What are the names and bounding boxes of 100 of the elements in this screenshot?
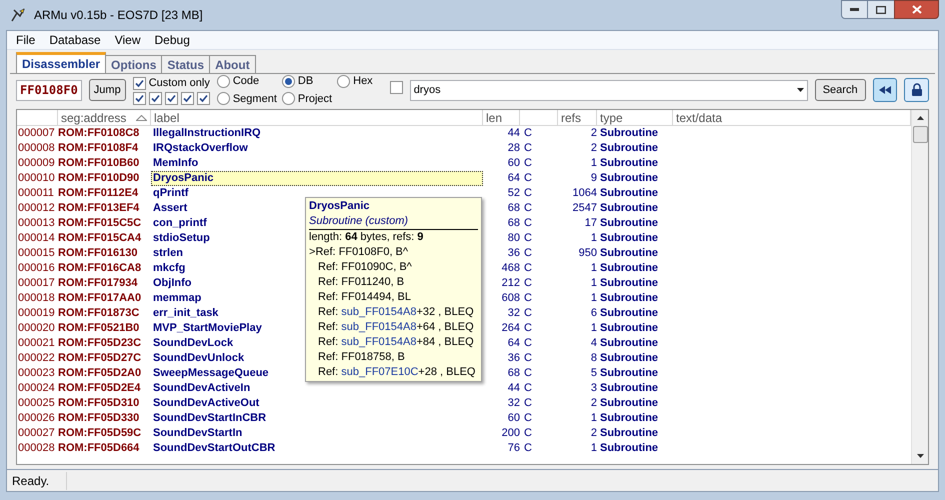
menu-item[interactable]: View	[108, 31, 148, 49]
type-cell-text: Subroutine	[599, 186, 660, 201]
column-header[interactable]: label	[151, 110, 483, 125]
tab[interactable]: About	[210, 55, 256, 73]
reference-target[interactable]: sub_FF0154A8	[341, 321, 416, 333]
kind-cell-text: C	[523, 261, 533, 276]
kind-cell-text: C	[523, 366, 533, 381]
radio-button[interactable]	[337, 74, 350, 88]
row-index: 000009	[17, 156, 56, 171]
column-header[interactable]: type	[597, 110, 673, 125]
length-cell-text: 68	[506, 366, 520, 381]
type-cell-text: Subroutine	[599, 396, 660, 411]
label-cell[interactable]: MemInfo	[151, 156, 483, 171]
checkbox[interactable]	[148, 92, 162, 106]
minimize-icon	[850, 8, 859, 11]
column-header[interactable]: refs	[558, 110, 597, 125]
search-button[interactable]: Search	[814, 79, 866, 101]
length-cell-text: 212	[500, 276, 520, 291]
kind-cell-text: C	[523, 381, 533, 396]
type-cell-text: Subroutine	[599, 291, 660, 306]
address-cell-text: ROM:FF0521B0	[58, 321, 140, 336]
maximize-button[interactable]	[868, 0, 894, 19]
kind-cell-text: C	[523, 291, 533, 306]
reference-target[interactable]: sub_FF07E10C	[341, 366, 418, 378]
address-cell-text: ROM:FF05D59C	[58, 426, 142, 441]
label-cell[interactable]: SoundDevStartInCBR	[151, 411, 483, 426]
row-index: 000024	[17, 381, 56, 396]
row-index: 000022	[17, 351, 56, 366]
checkbox[interactable]	[132, 92, 146, 106]
lock-button[interactable]	[904, 78, 929, 102]
label-cell[interactable]: IRQstackOverflow	[151, 141, 483, 156]
scrollbar-thumb[interactable]	[912, 126, 928, 143]
jump-button[interactable]: Jump	[88, 79, 126, 101]
checkbox[interactable]	[180, 92, 194, 106]
type-cell-text: Subroutine	[599, 411, 660, 426]
address-cell-text: ROM:FF016130	[58, 246, 138, 261]
checkbox[interactable]	[390, 80, 403, 94]
radio-button[interactable]	[282, 74, 295, 88]
type-cell-text: Subroutine	[599, 171, 660, 186]
search-combobox[interactable]: dryos	[410, 80, 808, 100]
checkbox[interactable]	[196, 92, 210, 106]
length-cell-text: 44	[506, 381, 520, 396]
column-header[interactable]: seg:address	[58, 110, 151, 125]
menu-item[interactable]: File	[9, 31, 42, 49]
length-cell-text: 36	[506, 351, 520, 366]
type-cell-text: Subroutine	[599, 366, 660, 381]
tab[interactable]: Disassembler	[16, 52, 106, 73]
row-index: 000008	[17, 141, 56, 156]
close-button[interactable]	[894, 0, 939, 19]
label-cell[interactable]: SoundDevActiveIn	[151, 381, 483, 396]
address-cell-text: ROM:FF017AA0	[58, 291, 142, 306]
type-cell-text: Subroutine	[599, 141, 660, 156]
scroll-down-icon	[916, 454, 924, 458]
row-index: 000016	[17, 261, 56, 276]
tab[interactable]: Status	[162, 55, 210, 73]
address-cell-text: ROM:FF015CA4	[58, 231, 142, 246]
label-cell[interactable]: SoundDevStartOutCBR	[151, 441, 483, 456]
radio-button[interactable]	[216, 92, 230, 106]
row-index: 000015	[17, 246, 56, 261]
length-cell-text: 76	[506, 441, 520, 456]
tab[interactable]: Options	[106, 55, 162, 73]
kind-cell-text: C	[523, 201, 533, 216]
tooltip-title: DryosPanic	[309, 199, 371, 214]
length-cell-text: 32	[506, 396, 520, 411]
label-cell[interactable]: SoundDevActiveOut	[151, 396, 483, 411]
refs-cell-text: 3	[590, 381, 597, 396]
kind-cell-text: C	[523, 426, 533, 441]
label-cell[interactable]: IllegalInstructionIRQ	[151, 126, 483, 141]
minimize-button[interactable]	[841, 0, 868, 19]
reference-target[interactable]: sub_FF0154A8	[341, 336, 416, 348]
reference-target: FF011240	[341, 276, 391, 288]
vertical-scrollbar[interactable]	[911, 110, 928, 464]
menu-item[interactable]: Database	[42, 31, 108, 49]
kind-cell-text: C	[523, 141, 533, 156]
row-index: 000027	[17, 426, 56, 441]
checkbox[interactable]	[164, 92, 178, 106]
checkbox[interactable]	[132, 76, 146, 90]
address-cell-text: ROM:FF015C5C	[58, 216, 142, 231]
rewind-button[interactable]	[872, 78, 898, 102]
checkbox-label: Custom only	[148, 76, 210, 91]
label-cell[interactable]: SoundDevStartIn	[151, 426, 483, 441]
radio-button[interactable]	[216, 74, 230, 88]
reference-target: FF01090C	[341, 261, 394, 273]
column-header[interactable]: len	[483, 110, 520, 125]
type-cell-text: Subroutine	[599, 261, 660, 276]
refs-cell-text: 1	[590, 276, 597, 291]
length-cell-text: 64	[506, 336, 520, 351]
row-index: 000014	[17, 231, 56, 246]
refs-cell-text: 1064	[572, 186, 597, 201]
length-cell-text: 200	[500, 426, 520, 441]
kind-cell-text: C	[523, 156, 533, 171]
radio-button[interactable]	[282, 92, 295, 106]
address-field[interactable]: FF0108F0	[16, 80, 82, 100]
type-cell-text: Subroutine	[599, 156, 660, 171]
label-cell[interactable]: qPrintf	[151, 186, 483, 201]
length-cell-text: 28	[506, 141, 520, 156]
menu-item[interactable]: Debug	[148, 31, 197, 49]
reference-target[interactable]: sub_FF0154A8	[341, 306, 416, 318]
kind-cell-text: C	[523, 396, 533, 411]
label-cell[interactable]: DryosPanic	[151, 171, 483, 186]
